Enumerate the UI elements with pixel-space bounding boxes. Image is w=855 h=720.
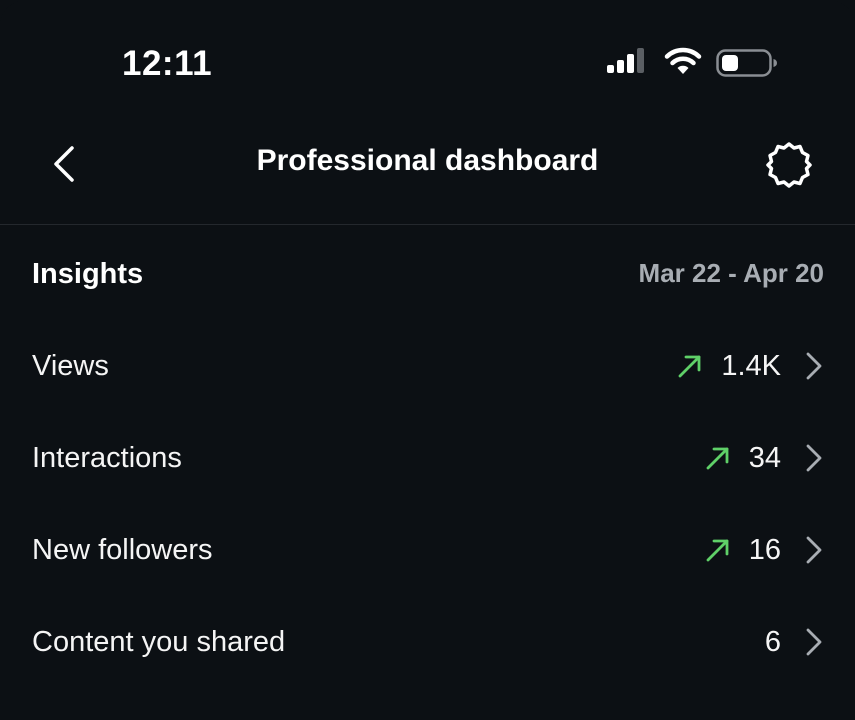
insight-row-interactions[interactable]: Interactions 34 [0, 414, 855, 506]
row-label: Views [32, 350, 109, 382]
status-time: 12:11 [122, 44, 213, 83]
insight-row-new-followers[interactable]: New followers 16 [0, 506, 855, 598]
row-value-group: 16 [705, 528, 823, 572]
insight-row-views[interactable]: Views 1.4K [0, 322, 855, 414]
row-value: 1.4K [721, 349, 781, 382]
chevron-left-icon[interactable] [44, 142, 88, 186]
status-bar: 12:11 [0, 0, 855, 120]
row-label: Interactions [32, 442, 182, 474]
chevron-right-icon [806, 444, 822, 472]
row-label: New followers [32, 534, 213, 566]
battery-icon [716, 49, 777, 77]
professional-dashboard-screen: 12:11 Professional dashboard Insights Ma… [0, 0, 855, 720]
trend-up-icon [706, 539, 729, 562]
row-value-group: 1.4K [677, 344, 823, 388]
gear-icon[interactable] [764, 140, 814, 190]
insights-header: Insights Mar 22 - Apr 20 [32, 256, 824, 296]
signal-icon [607, 48, 644, 73]
row-value: 34 [748, 441, 781, 474]
row-value-group: 34 [705, 436, 823, 480]
trend-up-icon [706, 447, 729, 470]
nav-bar: Professional dashboard [0, 120, 855, 225]
page-title: Professional dashboard [256, 144, 599, 177]
trend-up-icon [678, 355, 701, 378]
chevron-right-icon [806, 628, 822, 656]
row-value-group: 6 [765, 620, 823, 664]
row-value: 16 [748, 533, 781, 566]
date-range[interactable]: Mar 22 - Apr 20 [639, 258, 824, 289]
insight-row-content-shared[interactable]: Content you shared 6 [0, 598, 855, 690]
chevron-right-icon [806, 536, 822, 564]
insights-title: Insights [32, 258, 144, 290]
wifi-icon [664, 47, 702, 74]
chevron-right-icon [806, 352, 822, 380]
row-label: Content you shared [32, 626, 286, 658]
row-value: 6 [764, 625, 781, 658]
